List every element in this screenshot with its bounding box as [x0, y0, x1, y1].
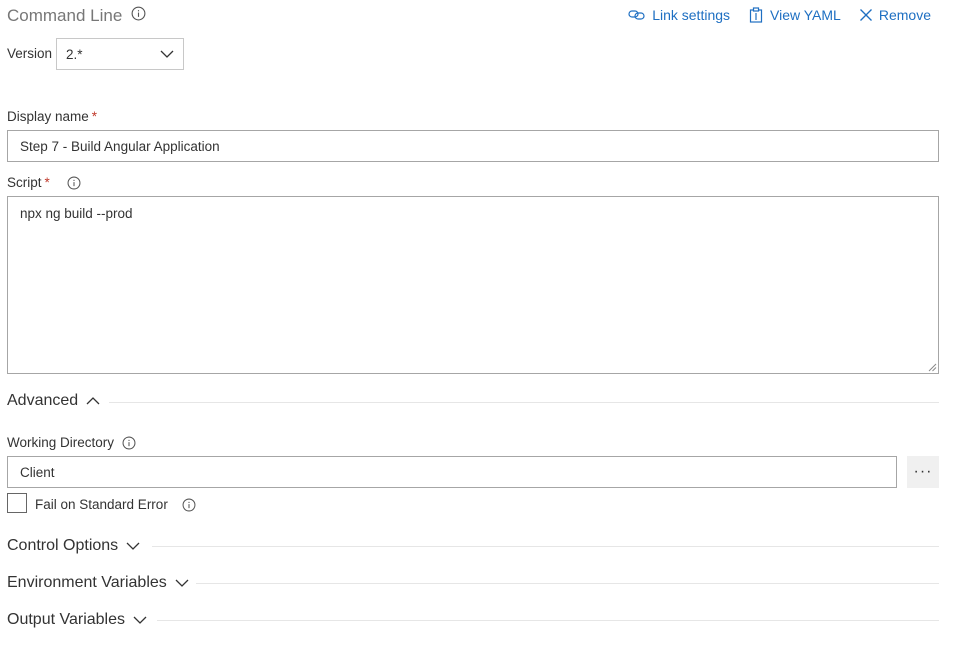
display-name-label: Display name *	[7, 109, 97, 124]
task-title: Command Line	[7, 6, 146, 26]
link-icon	[628, 10, 645, 20]
script-textarea[interactable]: npx ng build --prod	[7, 196, 939, 374]
control-options-section-toggle[interactable]: Control Options	[7, 537, 140, 555]
chevron-down-icon	[175, 579, 189, 587]
view-yaml-label: View YAML	[770, 7, 841, 23]
link-settings-button[interactable]: Link settings	[628, 5, 730, 25]
working-directory-label: Working Directory	[7, 435, 136, 450]
working-directory-label-text: Working Directory	[7, 435, 115, 450]
remove-label: Remove	[878, 7, 931, 23]
section-divider	[152, 546, 939, 547]
display-name-input[interactable]: Step 7 - Build Angular Application	[7, 130, 939, 162]
script-value: npx ng build --prod	[20, 206, 133, 221]
output-variables-label: Output Variables	[7, 611, 125, 628]
control-options-label: Control Options	[7, 537, 119, 554]
output-variables-section-toggle[interactable]: Output Variables	[7, 611, 147, 629]
working-directory-input[interactable]: Client	[7, 456, 897, 488]
version-select[interactable]: 2.*	[56, 38, 184, 70]
fail-on-stderr-label-text: Fail on Standard Error	[35, 497, 168, 512]
working-directory-value: Client	[20, 464, 55, 480]
required-mark: *	[91, 109, 98, 124]
chevron-down-icon	[133, 616, 147, 624]
version-label: Version	[7, 46, 53, 61]
info-icon[interactable]	[122, 436, 136, 450]
script-label: Script *	[7, 175, 81, 190]
environment-variables-label: Environment Variables	[7, 574, 167, 591]
fail-on-stderr-checkbox[interactable]	[7, 493, 27, 513]
display-name-value: Step 7 - Build Angular Application	[20, 138, 220, 154]
info-icon[interactable]	[131, 6, 146, 26]
info-icon[interactable]	[182, 498, 196, 512]
link-settings-label: Link settings	[652, 7, 731, 23]
more-icon: ···	[913, 463, 933, 480]
resize-grip-icon[interactable]	[927, 362, 937, 372]
section-divider	[157, 620, 939, 621]
browse-button[interactable]: ···	[907, 456, 939, 488]
view-yaml-button[interactable]: View YAML	[748, 5, 841, 25]
advanced-section-toggle[interactable]: Advanced	[7, 392, 100, 410]
environment-variables-section-toggle[interactable]: Environment Variables	[7, 574, 189, 592]
chevron-down-icon	[126, 542, 140, 550]
close-icon	[859, 9, 872, 21]
display-name-label-text: Display name	[7, 109, 89, 124]
version-value: 2.*	[66, 46, 83, 62]
required-mark: *	[44, 175, 50, 190]
chevron-up-icon	[86, 397, 100, 405]
chevron-down-icon	[160, 50, 174, 58]
info-icon[interactable]	[67, 176, 81, 190]
section-divider	[109, 402, 939, 403]
task-title-text: Command Line	[7, 6, 123, 25]
header-actions: Link settings View YAML Remove	[610, 5, 931, 25]
script-label-text: Script	[7, 175, 42, 190]
remove-button[interactable]: Remove	[859, 5, 931, 25]
advanced-label: Advanced	[7, 392, 79, 409]
clipboard-icon	[749, 7, 763, 23]
section-divider	[196, 583, 939, 584]
fail-on-stderr-label: Fail on Standard Error	[35, 497, 196, 512]
